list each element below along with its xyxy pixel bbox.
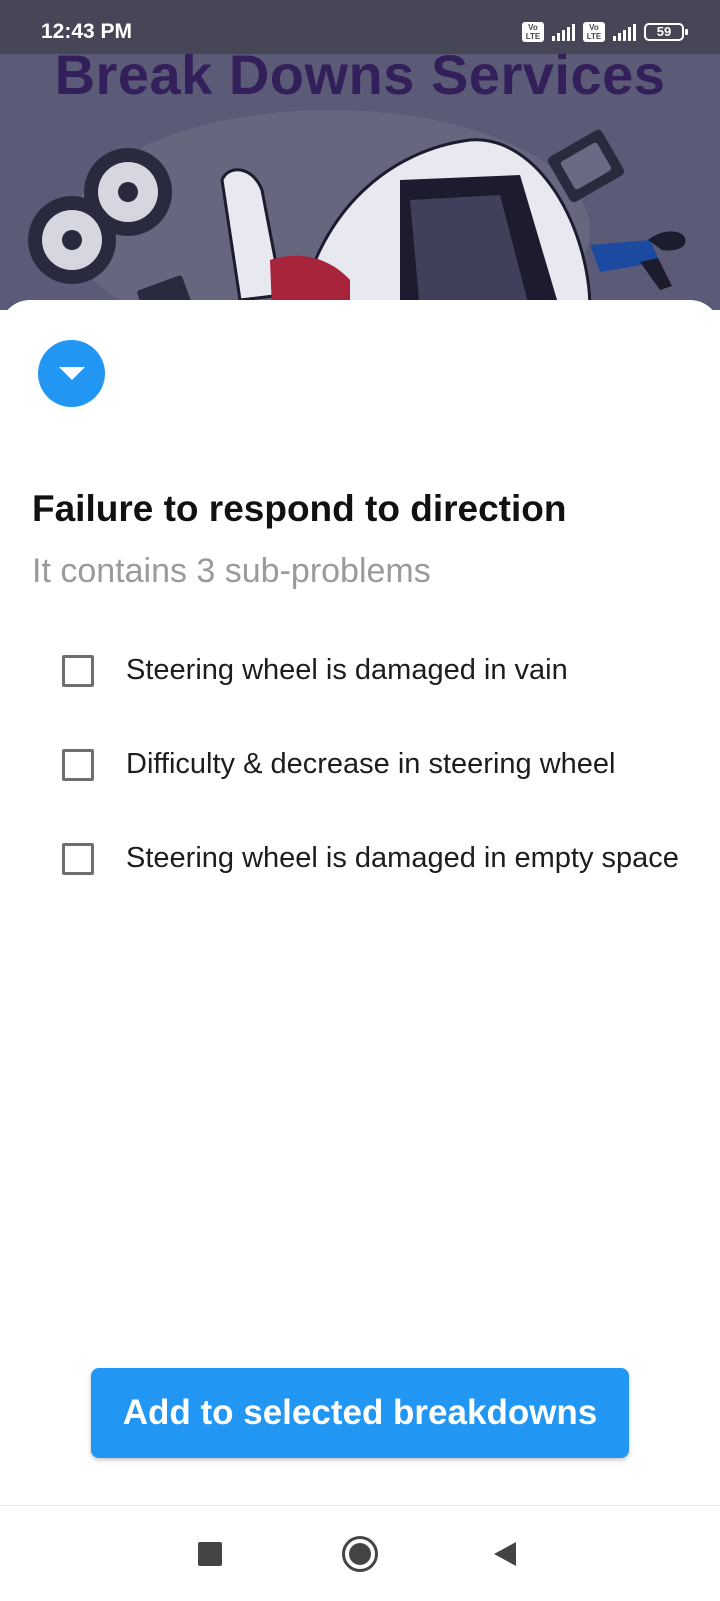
add-to-selected-button[interactable]: Add to selected breakdowns <box>91 1368 629 1458</box>
tire-icon <box>28 196 116 284</box>
volte-icon: Vo LTE <box>583 22 605 42</box>
collapse-button[interactable] <box>38 340 105 407</box>
battery-icon: 59 <box>644 23 688 41</box>
triangle-back-icon <box>494 1542 516 1566</box>
mechanic-icon <box>590 231 686 290</box>
volte-icon: Vo LTE <box>522 22 544 42</box>
signal-icon <box>552 23 575 41</box>
sub-problem-label: Difficulty & decrease in steering wheel <box>126 748 616 780</box>
sub-problem-label: Steering wheel is damaged in empty space <box>126 842 679 874</box>
chevron-down-icon <box>59 367 85 380</box>
square-icon <box>198 1542 222 1566</box>
bottom-sheet: Failure to respond to direction It conta… <box>0 300 720 1505</box>
sub-problem-item[interactable]: Difficulty & decrease in steering wheel <box>62 746 682 783</box>
checkbox[interactable] <box>62 842 94 875</box>
problem-title: Failure to respond to direction <box>32 488 567 529</box>
home-button[interactable] <box>340 1534 380 1574</box>
system-nav-bar <box>0 1505 720 1601</box>
recent-apps-button[interactable] <box>190 1534 230 1574</box>
status-time: 12:43 PM <box>41 20 133 43</box>
checkbox[interactable] <box>62 654 94 687</box>
signal-icon <box>613 23 636 41</box>
checkbox[interactable] <box>62 748 94 781</box>
status-bar: 12:43 PM Vo LTE Vo LTE 59 <box>0 0 720 54</box>
back-button[interactable] <box>488 1534 528 1574</box>
circle-icon-fill <box>349 1543 371 1565</box>
sub-problem-item[interactable]: Steering wheel is damaged in empty space <box>62 840 682 877</box>
status-icons: Vo LTE Vo LTE 59 <box>522 22 688 42</box>
sub-problem-label: Steering wheel is damaged in vain <box>126 654 568 686</box>
problem-subtitle: It contains 3 sub-problems <box>32 552 431 590</box>
sub-problem-item[interactable]: Steering wheel is damaged in vain <box>62 652 682 689</box>
sub-problem-list: Steering wheel is damaged in vain Diffic… <box>62 652 682 877</box>
